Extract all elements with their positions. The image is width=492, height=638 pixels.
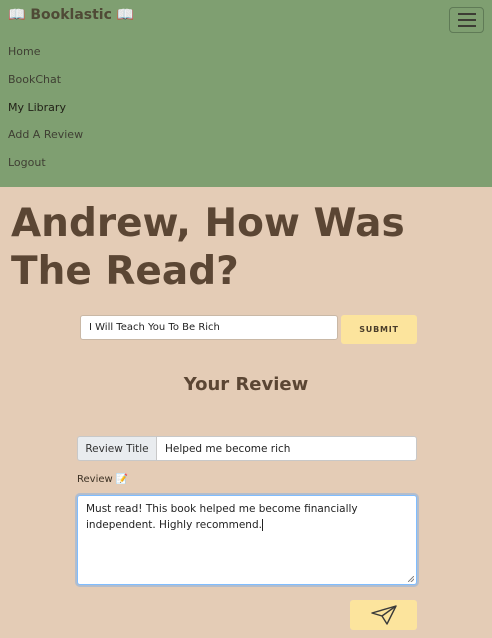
navbar-toggler-button[interactable] <box>449 7 484 33</box>
navbar: 📖 Booklastic 📖 Home BookChat My Library … <box>0 0 492 187</box>
page-headline: Andrew, How Was The Read? <box>11 201 405 294</box>
submit-button[interactable]: SUBMIT <box>341 315 417 344</box>
review-title-input[interactable]: Helped me become rich <box>156 436 417 461</box>
nav-link-logout[interactable]: Logout <box>8 156 46 169</box>
nav-link-my-library[interactable]: My Library <box>8 101 66 114</box>
hamburger-menu-icon <box>457 25 476 27</box>
hamburger-menu-icon <box>457 19 476 21</box>
review-text: Must read! This book helped me become fi… <box>86 503 358 531</box>
resize-handle[interactable] <box>408 576 414 582</box>
brand-name: Booklastic <box>30 7 112 23</box>
book-search-input[interactable]: I Will Teach You To Be Rich <box>80 315 338 340</box>
brand-logo[interactable]: 📖 Booklastic 📖 <box>8 7 134 23</box>
review-title-group: Review Title Helped me become rich <box>77 436 417 461</box>
memo-icon: 📝 <box>115 474 129 485</box>
review-label: Review 📝 <box>77 474 128 485</box>
open-book-icon: 📖 <box>8 7 26 23</box>
review-label-text: Review <box>77 474 113 485</box>
review-title-label: Review Title <box>77 436 156 461</box>
section-title: Your Review <box>183 374 309 395</box>
nav-link-bookchat[interactable]: BookChat <box>8 73 61 86</box>
nav-link-home[interactable]: Home <box>8 45 40 58</box>
send-review-button[interactable] <box>350 600 417 630</box>
open-book-icon: 📖 <box>116 7 135 23</box>
nav-link-add-review[interactable]: Add A Review <box>8 128 83 141</box>
paper-plane-icon <box>370 605 397 625</box>
review-textarea[interactable]: Must read! This book helped me become fi… <box>77 495 417 585</box>
hamburger-menu-icon <box>457 13 476 15</box>
